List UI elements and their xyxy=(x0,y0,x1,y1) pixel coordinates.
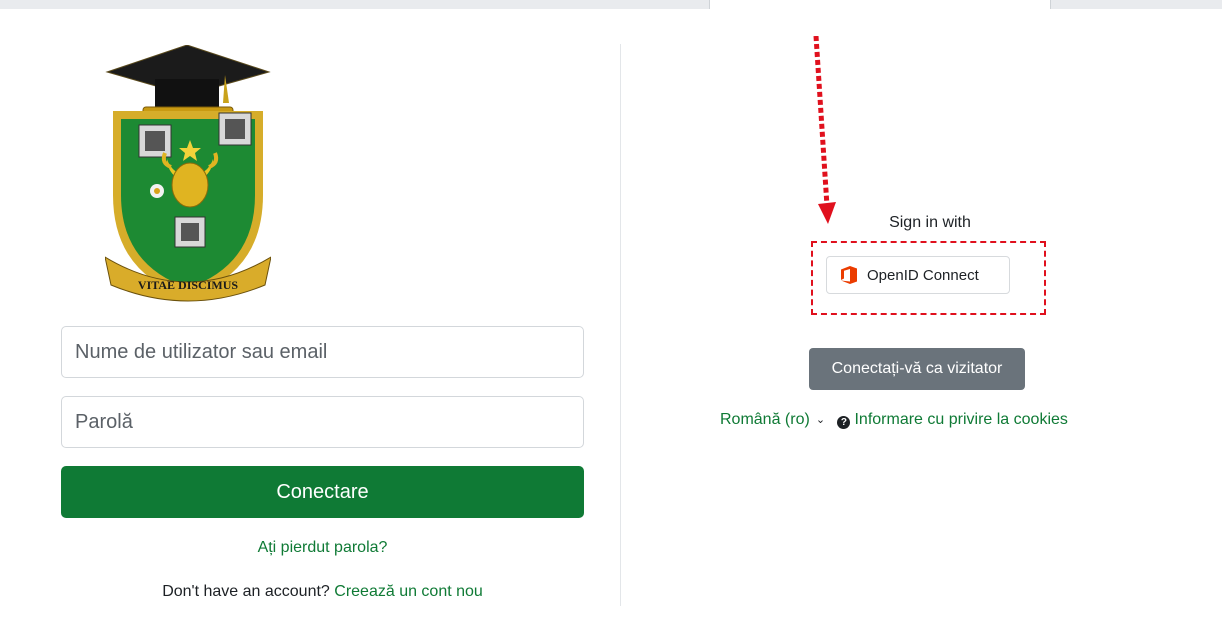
openid-connect-label: OpenID Connect xyxy=(867,266,979,284)
password-input[interactable] xyxy=(61,396,584,448)
column-divider xyxy=(620,44,621,606)
footer-links: Română (ro) ⌄ ? Informare cu privire la co… xyxy=(720,411,1068,429)
create-account-link[interactable]: Creează un cont nou xyxy=(334,583,483,600)
cookies-info-link[interactable]: Informare cu privire la cookies xyxy=(854,411,1067,428)
guest-login-button[interactable]: Conectați-vă ca vizitator xyxy=(809,348,1025,390)
language-selector[interactable]: Română (ro) ⌄ xyxy=(720,411,833,428)
language-label: Română (ro) xyxy=(720,411,810,428)
no-account-text: Don't have an account? xyxy=(162,583,330,600)
annotation-arrow xyxy=(813,36,836,224)
question-circle-icon: ? xyxy=(837,416,851,429)
emblem-logo: VITAE DISCIMUS xyxy=(105,45,271,302)
office-icon xyxy=(841,266,857,284)
openid-connect-button[interactable]: OpenID Connect xyxy=(826,256,1010,294)
logo-motto: VITAE DISCIMUS xyxy=(138,278,238,292)
username-input[interactable] xyxy=(61,326,584,378)
sign-in-with-label: Sign in with xyxy=(889,214,971,231)
chevron-down-icon: ⌄ xyxy=(815,414,826,426)
signup-line: Don't have an account? Creează un cont n… xyxy=(61,583,584,601)
forgot-password-link[interactable]: Ați pierdut parola? xyxy=(61,539,584,557)
login-button[interactable]: Conectare xyxy=(61,466,584,518)
